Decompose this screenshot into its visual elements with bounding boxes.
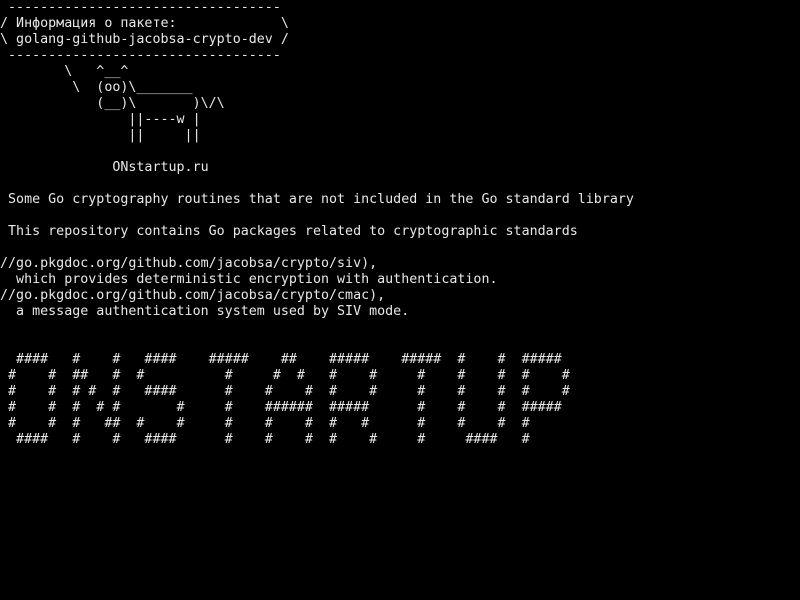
banner-row-2: # # ## # # # # # # # # # # # #: [0, 368, 570, 383]
site-name: ONstartup.ru: [0, 160, 209, 175]
siv-description: which provides deterministic encryption …: [0, 272, 498, 287]
cow-art-line-3: (__)\ )\/\: [0, 96, 225, 111]
package-detail: This repository contains Go packages rel…: [0, 224, 578, 239]
banner-row-6: #### # # #### # # # # # # #### #: [0, 432, 530, 447]
cow-art-line-1: \ ^__^: [0, 64, 129, 79]
cmac-doc-link: //go.pkgdoc.org/github.com/jacobsa/crypt…: [0, 288, 386, 303]
siv-doc-link: //go.pkgdoc.org/github.com/jacobsa/crypt…: [0, 256, 378, 271]
bubble-line-1: / Информация о пакете: \: [0, 16, 289, 31]
bubble-line-2: \ golang-github-jacobsa-crypto-dev /: [0, 32, 289, 47]
banner-row-3: # # # # # #### # # # # # # # # # #: [0, 384, 570, 399]
bubble-top-border: ----------------------------------: [0, 0, 281, 15]
banner-row-5: # # # ## # # # # # # # # # # #: [0, 416, 530, 431]
cow-art-line-2: \ (oo)\_______: [0, 80, 193, 95]
package-summary: Some Go cryptography routines that are n…: [0, 192, 634, 207]
banner-row-4: # # # # # # # ###### ##### # # # #####: [0, 400, 562, 415]
cmac-description: a message authentication system used by …: [0, 304, 410, 319]
cow-art-line-5: || ||: [0, 128, 201, 143]
terminal-screen: ---------------------------------- / Инф…: [0, 0, 800, 600]
cow-art-line-4: ||----w |: [0, 112, 201, 127]
bubble-bottom-border: ----------------------------------: [0, 48, 281, 63]
banner-row-1: #### # # #### ##### ## ##### ##### # # #…: [0, 352, 562, 367]
